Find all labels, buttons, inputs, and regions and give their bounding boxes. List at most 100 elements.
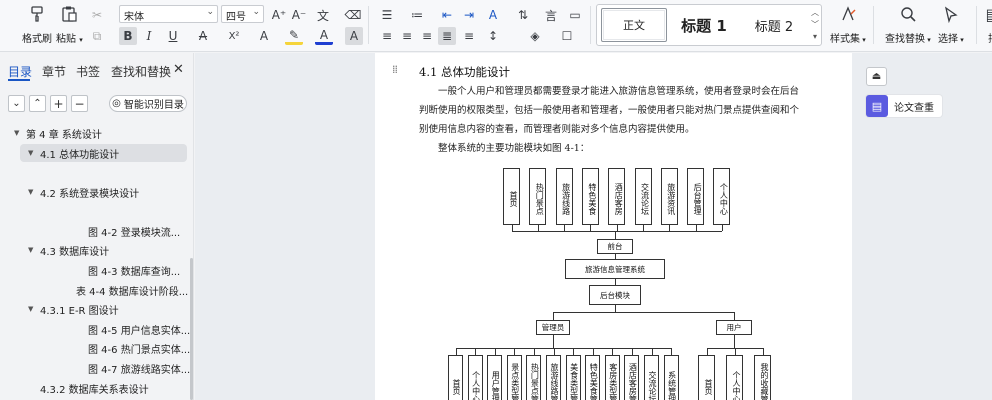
toc-item-4-2[interactable]: ▼ 4.2 系统登录模块设计: [28, 183, 139, 201]
clear-format-icon[interactable]: ⌫: [344, 6, 362, 24]
italic-button[interactable]: I: [140, 27, 158, 45]
module-box: 酒店客房: [608, 168, 626, 225]
align-center-icon[interactable]: ≡: [398, 27, 416, 45]
paper-check-button[interactable]: ▤ 论文查重: [866, 95, 942, 117]
format-painter-button[interactable]: 格式刷: [22, 4, 52, 45]
tab-chapters[interactable]: 章节: [42, 63, 66, 80]
module-box: 用户管理: [487, 355, 503, 400]
style-heading-1[interactable]: 标题 1: [673, 8, 735, 42]
chinese-layout-icon[interactable]: ⾔: [542, 6, 560, 24]
module-box: 交流论坛: [634, 168, 652, 225]
add-toc-item-icon[interactable]: +: [50, 95, 67, 112]
phonetic-guide-icon[interactable]: 文: [314, 6, 332, 24]
nav-scrollbar[interactable]: [190, 258, 193, 400]
toc-item-4-3-2[interactable]: 4.3.2 数据库关系表设计: [40, 379, 149, 397]
align-left-icon[interactable]: ≡: [378, 27, 396, 45]
strikethrough-button[interactable]: A: [194, 27, 212, 45]
module-box: 酒店客房管理: [624, 355, 640, 400]
toc-item-label: 4.3.1 E-R 图设计: [40, 305, 119, 317]
font-name-select[interactable]: 宋体 ⌄: [119, 5, 218, 23]
distributed-align-icon[interactable]: ≡: [460, 27, 478, 45]
toc-item-figure-4-6[interactable]: 图 4-6 热门景点实体...: [88, 339, 190, 357]
connector-line: [564, 225, 566, 231]
style-normal[interactable]: 正文: [601, 8, 667, 42]
drag-handle-icon[interactable]: ⁞⁞: [392, 63, 398, 76]
paste-label: 粘贴 ▾: [56, 30, 83, 45]
connector-line: [573, 348, 575, 355]
module-box: 首页: [448, 355, 463, 400]
increase-indent-icon[interactable]: ⇥: [460, 6, 478, 24]
paragraph-line[interactable]: 一般个人用户和管理员都需要登录才能进入旅游信息管理系统，使用者登录时会在后台: [438, 83, 799, 97]
layout-button[interactable]: ▤ 排: [982, 4, 992, 46]
expand-up-icon[interactable]: ⌃: [29, 95, 46, 112]
connector-line: [553, 312, 554, 320]
collapse-all-icon[interactable]: ⌄: [8, 95, 25, 112]
bold-button[interactable]: B: [119, 27, 137, 45]
toc-item-figure-4-5[interactable]: 图 4-5 用户信息实体...: [88, 320, 190, 338]
toc-item-4-3-1[interactable]: ▼ 4.3.1 E-R 图设计: [28, 300, 119, 318]
connector-line: [643, 225, 644, 231]
toc-item-4-1[interactable]: ▼ 4.1 总体功能设计: [20, 144, 187, 162]
char-shading-button[interactable]: A: [345, 27, 363, 45]
shading-icon[interactable]: ◈: [526, 27, 544, 45]
align-right-icon[interactable]: ≡: [418, 27, 436, 45]
font-size-select[interactable]: 四号 ⌄: [221, 5, 264, 23]
find-replace-button[interactable]: 查找替换 ▾: [885, 4, 931, 45]
module-box: 美食类型管理: [565, 355, 581, 400]
module-box: 景点类型管理: [506, 355, 522, 400]
nav-tabs: 目录 章节 书签 查找和替换 ✕: [0, 53, 194, 83]
collapse-panel-icon[interactable]: ⏏: [866, 67, 887, 86]
connector-line: [475, 348, 477, 355]
numbered-list-icon[interactable]: ≔: [408, 6, 426, 24]
show-marks-icon[interactable]: ▭: [566, 6, 584, 24]
align-justify-icon[interactable]: ≣: [438, 27, 456, 45]
shrink-font-button[interactable]: A⁻: [290, 6, 308, 24]
remove-toc-item-icon[interactable]: −: [71, 95, 88, 112]
tab-bookmarks[interactable]: 书签: [76, 63, 100, 80]
text-effect-icon[interactable]: A: [255, 27, 273, 45]
font-name-value: 宋体: [124, 12, 144, 23]
style-gallery: 正文 标题 1 标题 2 ︿ ﹀ ▾: [596, 4, 822, 46]
select-button[interactable]: 选择 ▾: [938, 4, 964, 45]
borders-icon[interactable]: ☐: [558, 27, 576, 45]
bullet-list-icon[interactable]: ☰: [378, 6, 396, 24]
module-box: 交流论坛: [644, 355, 659, 400]
module-box: 旅游资讯: [660, 168, 678, 225]
close-icon[interactable]: ✕: [173, 62, 184, 77]
toc-item-table-4-4[interactable]: 表 4-4 数据库设计阶段...: [76, 281, 188, 299]
text-direction-icon[interactable]: A: [484, 6, 502, 24]
sort-icon[interactable]: ⇅: [514, 6, 532, 24]
cut-icon[interactable]: ✂: [88, 6, 106, 24]
decrease-indent-icon[interactable]: ⇤: [438, 6, 456, 24]
font-color-button[interactable]: A: [315, 27, 333, 45]
toc-item-chapter-4[interactable]: ▼ 第 4 章 系统设计: [14, 124, 102, 142]
connector-line: [615, 231, 616, 239]
tab-find-replace[interactable]: 查找和替换: [111, 63, 171, 80]
toc-item-figure-4-2[interactable]: 图 4-2 登录模块流...: [88, 222, 180, 240]
superscript-button[interactable]: X²: [225, 27, 243, 45]
line-spacing-icon[interactable]: ↕: [484, 27, 502, 45]
toc-item-figure-4-3[interactable]: 图 4-3 数据库查询...: [88, 261, 180, 279]
paragraph-line[interactable]: 整体系统的主要功能模块如图 4-1：: [438, 140, 589, 154]
style-set-button[interactable]: 样式集 ▾: [830, 4, 866, 45]
paragraph-line[interactable]: 别使用信息内容的查看，而管理者则能对多个信息内容提供使用。: [419, 121, 695, 135]
tab-toc[interactable]: 目录: [8, 63, 32, 80]
connector-line: [615, 254, 616, 259]
connector-line: [671, 348, 673, 355]
section-heading[interactable]: 4.1 总体功能设计: [419, 64, 510, 80]
smart-toc-button[interactable]: ◎ 智能识别目录: [109, 95, 187, 112]
highlight-icon[interactable]: ✎: [285, 27, 303, 45]
underline-button[interactable]: U: [164, 27, 182, 45]
module-box: 首页: [503, 168, 520, 225]
toc-item-label: 4.3 数据库设计: [40, 246, 110, 258]
copy-icon[interactable]: ⧉: [88, 27, 106, 45]
module-box: 热门景点管理: [526, 355, 542, 400]
paragraph-line[interactable]: 判断使用的权限类型，包括一般使用者和管理者，一般使用者只能对热门景点提供查阅和个: [419, 102, 799, 116]
style-set-label: 样式集 ▾: [830, 30, 866, 45]
style-heading-2[interactable]: 标题 2: [743, 8, 805, 42]
toc-item-4-3[interactable]: ▼ 4.3 数据库设计: [28, 241, 109, 259]
grow-font-button[interactable]: A⁺: [270, 6, 288, 24]
gallery-scroll-icon[interactable]: ︿ ﹀ ▾: [811, 7, 819, 43]
paste-button[interactable]: 粘贴 ▾: [56, 4, 83, 45]
toc-item-figure-4-7[interactable]: 图 4-7 旅游线路实体...: [88, 359, 190, 377]
